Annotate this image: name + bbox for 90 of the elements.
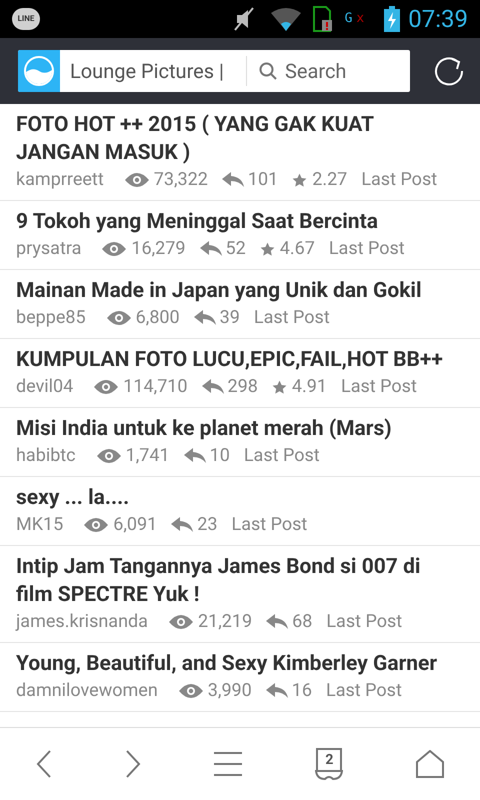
menu-icon[interactable]	[212, 751, 243, 777]
tab-count: 2	[325, 750, 334, 770]
eye-icon	[178, 683, 204, 699]
eye-icon	[168, 614, 194, 630]
reply-arrow-icon	[266, 683, 288, 699]
last-post-link[interactable]: Last Post	[326, 609, 402, 635]
star-icon	[292, 172, 308, 188]
last-post-link[interactable]: Last Post	[361, 167, 438, 193]
view-count: 6,091	[113, 513, 158, 537]
reply-arrow-icon	[194, 310, 216, 326]
view-count: 16,279	[131, 237, 186, 261]
search-placeholder: Search	[285, 58, 346, 85]
reply-arrow-icon	[200, 241, 222, 257]
author-name: prysatra	[16, 237, 82, 261]
search-field[interactable]: Search	[247, 56, 410, 86]
thread-title: Mainan Made in Japan yang Unik dan Gokil	[16, 278, 423, 305]
author-name: beppe85	[16, 306, 86, 330]
eye-icon	[93, 379, 120, 395]
reply-count: 16	[292, 679, 312, 703]
thread-row[interactable]: KUMPULAN FOTO LUCU,EPIC,FAIL,HOT BB++ devil04 114,710 298 4.91 Last Post	[0, 339, 480, 408]
last-post-link[interactable]: Last Post	[232, 512, 308, 538]
author-name: MK15	[16, 513, 64, 537]
browser-logo-icon[interactable]	[18, 50, 60, 92]
last-post-link[interactable]: Last Post	[254, 305, 330, 331]
home-icon[interactable]	[416, 750, 444, 778]
thread-title: sexy ... la....	[16, 485, 130, 512]
reply-count: 101	[248, 168, 278, 192]
eye-icon	[83, 517, 110, 533]
last-post-link[interactable]: Last Post	[341, 374, 417, 400]
forward-icon[interactable]	[124, 749, 141, 779]
star-icon	[272, 380, 287, 394]
view-count: 1,741	[126, 444, 170, 468]
network-error-text: x	[356, 10, 364, 28]
refresh-icon[interactable]	[434, 55, 466, 87]
reply-count: 23	[197, 513, 218, 537]
url-field[interactable]: Lounge Pictures |	[70, 56, 246, 86]
reply-count: 39	[220, 306, 240, 330]
reply-arrow-icon	[266, 614, 288, 630]
view-count: 6,800	[136, 306, 180, 330]
author-name: devil04	[16, 375, 74, 399]
star-icon	[260, 242, 275, 256]
mask-icon	[315, 770, 344, 780]
reply-arrow-icon	[222, 172, 244, 188]
eye-icon	[101, 241, 128, 257]
thread-title: Misi India untuk ke planet merah (Mars)	[16, 416, 393, 443]
reply-count: 52	[226, 237, 246, 261]
thread-title: FOTO HOT ++ 2015 ( YANG GAK KUAT JANGAN MASUK )	[16, 112, 375, 167]
sim-card-icon	[312, 6, 333, 32]
thread-title: Intip Jam Tangannya James Bond si 007 di film SPECTRE Yuk !	[16, 554, 422, 609]
clock-text: 07:39	[408, 4, 468, 35]
thread-title: 9 Tokoh yang Meninggal Saat Bercinta	[16, 209, 379, 236]
reply-arrow-icon	[184, 448, 206, 464]
eye-icon	[96, 448, 122, 464]
thread-title: Young, Beautiful, and Sexy Kimberley Garner	[16, 651, 438, 678]
rating-value: 4.91	[292, 375, 328, 399]
reply-arrow-icon	[171, 517, 194, 533]
reply-count: 10	[210, 444, 230, 468]
app-badge-text: LINE	[18, 13, 34, 25]
reply-count: 68	[292, 610, 312, 634]
eye-icon	[106, 310, 132, 326]
author-name: james.krisnanda	[16, 610, 148, 634]
reply-count: 298	[228, 375, 258, 399]
reply-arrow-icon	[202, 379, 224, 395]
rating-value: 2.27	[312, 168, 348, 192]
thread-row[interactable]: FOTO HOT ++ 2015 ( YANG GAK KUAT JANGAN MASUK ) kamprreett 73,322 101 2.27 Last Post	[0, 104, 480, 201]
author-name: habibtc	[16, 444, 76, 468]
view-count: 21,219	[198, 610, 252, 634]
battery-charging-icon	[384, 6, 400, 32]
thread-title: KUMPULAN FOTO LUCU,EPIC,FAIL,HOT BB++	[16, 347, 444, 374]
mute-icon	[232, 6, 255, 32]
wifi-icon	[270, 7, 301, 31]
back-icon[interactable]	[36, 749, 52, 779]
thread-row[interactable]: sexy ... la.... MK15 6,091 23 Last Post	[0, 477, 480, 546]
view-count: 3,990	[208, 679, 252, 703]
author-name: kamprreett	[16, 168, 104, 192]
thread-row[interactable]: Misi India untuk ke planet merah (Mars) habibtc 1,741 10 Last Post	[0, 408, 480, 477]
last-post-link[interactable]: Last Post	[326, 678, 402, 704]
search-icon	[259, 62, 277, 80]
author-name: damnilovewomen	[16, 679, 158, 703]
view-count: 114,710	[123, 375, 188, 399]
eye-icon	[124, 172, 150, 188]
thread-row[interactable]: Intip Jam Tangannya James Bond si 007 di film SPECTRE Yuk ! james.krisnanda 21,219 68 Last Post	[0, 546, 480, 643]
thread-row[interactable]: Young, Beautiful, and Sexy Kimberley Garner damnilovewomen 3,990 16 Last Post	[0, 643, 480, 712]
view-count: 73,322	[154, 168, 208, 192]
thread-row[interactable]: Mainan Made in Japan yang Unik dan Gokil beppe85 6,800 39 Last Post	[0, 270, 480, 339]
network-type-text: G	[344, 10, 352, 28]
rating-value: 4.67	[280, 237, 315, 261]
thread-row[interactable]: 9 Tokoh yang Meninggal Saat Bercinta prysatra 16,279 52 4.67 Last Post	[0, 201, 480, 270]
last-post-link[interactable]: Last Post	[328, 236, 405, 262]
last-post-link[interactable]: Last Post	[244, 443, 320, 469]
